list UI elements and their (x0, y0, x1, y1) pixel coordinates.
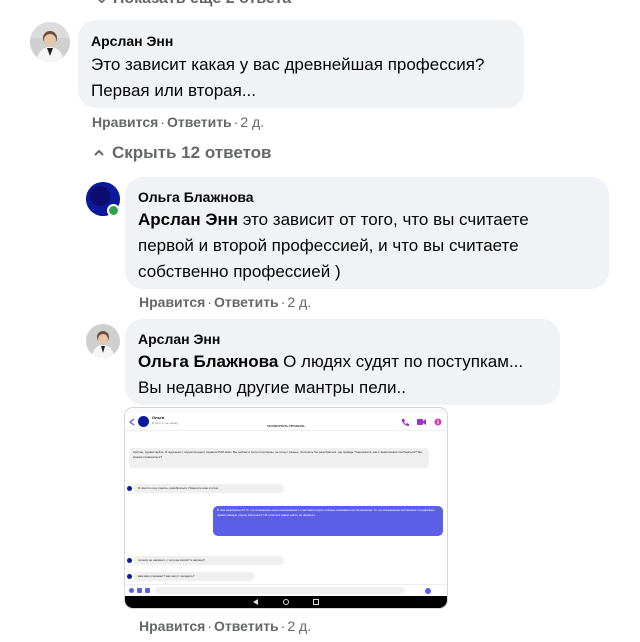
online-status-icon (107, 204, 120, 217)
camera-icon[interactable] (137, 588, 142, 593)
chat-avatar (127, 558, 132, 563)
avatar[interactable] (30, 22, 70, 62)
chat-avatar (127, 486, 132, 491)
comment-time[interactable]: 2 д. (287, 294, 311, 310)
avatar-photo-icon (30, 22, 70, 62)
like-link[interactable]: Нравится (139, 618, 205, 634)
reply-link[interactable]: Ответить (214, 294, 279, 310)
hide-replies-button[interactable]: Скрыть 12 ответов (94, 143, 272, 163)
avatar-photo-icon (86, 324, 120, 358)
comment-actions: Нравится · Ответить · 2 д. (139, 294, 312, 310)
comment-author[interactable]: Ольга Блажнова (138, 189, 254, 205)
comment-actions: Нравится · Ответить · 2 д. (139, 618, 312, 634)
like-link[interactable]: Нравится (92, 114, 158, 130)
message-input[interactable] (155, 587, 405, 594)
comment-time[interactable]: 2 д. (287, 618, 311, 634)
avatar[interactable] (86, 324, 120, 358)
comment-text: Арслан Энн это зависит от того, что вы с… (138, 210, 529, 281)
nav-home-icon[interactable] (283, 599, 289, 605)
mention-link[interactable]: Арслан Энн (138, 210, 238, 229)
comment-text: Это зависит какая у вас древнейшая профе… (91, 55, 485, 100)
android-nav-bar (125, 596, 447, 608)
chat-message: Арслан, здравствуйте. Я журналист, корре… (129, 448, 429, 468)
comment-author[interactable]: Арслан Энн (91, 33, 173, 49)
like-link[interactable]: Нравится (139, 294, 205, 310)
attached-screenshot[interactable]: Ольга В сети 1 час назад ПОСМОТРЕТЬ ПРОФ… (125, 408, 447, 608)
chat-avatar (127, 574, 132, 579)
reply-link[interactable]: Ответить (167, 114, 232, 130)
reply-link[interactable]: Ответить (214, 618, 279, 634)
gallery-icon[interactable] (145, 588, 150, 593)
add-icon[interactable] (129, 588, 134, 593)
nav-recents-icon[interactable] (313, 599, 319, 605)
chat-message-own: В чем разобраться? То что отказалась мен… (213, 506, 443, 536)
profile-banner[interactable]: ПОСМОТРЕТЬ ПРОФИЛЬ (125, 424, 447, 428)
chat-message: Я просто хочу понять, разобраться. Помог… (134, 484, 284, 493)
mention-link[interactable]: Ольга Блажнова (138, 352, 278, 371)
comment-author[interactable]: Арслан Энн (138, 331, 220, 347)
chat-message: почему не напишет, с чего вы взяли? я на… (134, 556, 284, 565)
nav-back-icon[interactable] (253, 599, 259, 605)
comment-time[interactable]: 2 д. (240, 114, 264, 130)
chevron-up-icon (94, 149, 104, 156)
comment-bubble: Ольга Блажнова Арслан Энн это зависит от… (125, 177, 609, 289)
comment-bubble: Арслан Энн Это зависит какая у вас древн… (78, 20, 524, 108)
chat-message: вам вам угрожают? вас могут посадить? (134, 572, 254, 581)
comment-text: Ольга Блажнова О людях судят по поступка… (138, 352, 524, 397)
like-icon[interactable] (425, 588, 431, 594)
comment-bubble: Арслан Энн Ольга Блажнова О людях судят … (125, 319, 560, 405)
comment-actions: Нравится · Ответить · 2 д. (92, 114, 265, 130)
chat-header: Ольга В сети 1 час назад (125, 414, 447, 431)
chat-name: Ольга (152, 415, 164, 420)
show-more-replies-link[interactable]: ⌄ Показать еще 2 ответа (95, 0, 291, 8)
